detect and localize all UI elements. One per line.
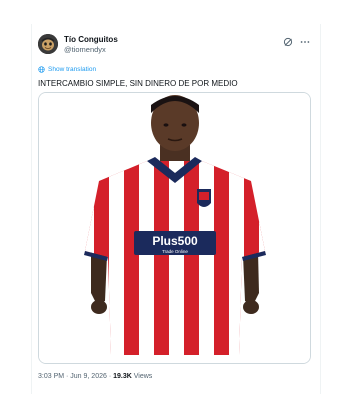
show-translation-link[interactable]: Show translation [38, 65, 96, 74]
views-label: Views [131, 373, 153, 380]
tweet-header: Tío Conguitos @tiomendyx [38, 34, 314, 58]
author-handle[interactable]: @tiomendyx [64, 45, 118, 55]
author-display-name[interactable]: Tío Conguitos [64, 35, 118, 45]
player-photo: Plus500 Trade Online [39, 93, 310, 363]
header-actions [283, 36, 310, 48]
author-names: Tío Conguitos @tiomendyx [64, 35, 118, 55]
globe-icon [38, 66, 45, 73]
tweet-media-image[interactable]: Plus500 Trade Online [38, 92, 311, 364]
tweet-text: INTERCAMBIO SIMPLE, SIN DINERO DE POR ME… [38, 79, 238, 88]
grok-icon[interactable] [283, 37, 293, 47]
more-icon[interactable] [300, 37, 310, 47]
tweet-card: Tío Conguitos @tiomendyx Show translatio… [31, 24, 321, 394]
views-count: 19.3K [113, 373, 132, 380]
avatar[interactable] [38, 34, 58, 54]
avatar-image [38, 34, 58, 54]
sponsor-main-text: Plus500 [152, 234, 198, 248]
tweet-meta: 3:03 PM · Jun 9, 2026 · 19.3K Views [38, 372, 152, 382]
tweet-timestamp[interactable]: 3:03 PM · Jun 9, 2026 · [38, 373, 113, 380]
sponsor-sub-text: Trade Online [162, 249, 188, 254]
show-translation-label: Show translation [48, 66, 97, 73]
page: Tío Conguitos @tiomendyx Show translatio… [0, 0, 350, 418]
